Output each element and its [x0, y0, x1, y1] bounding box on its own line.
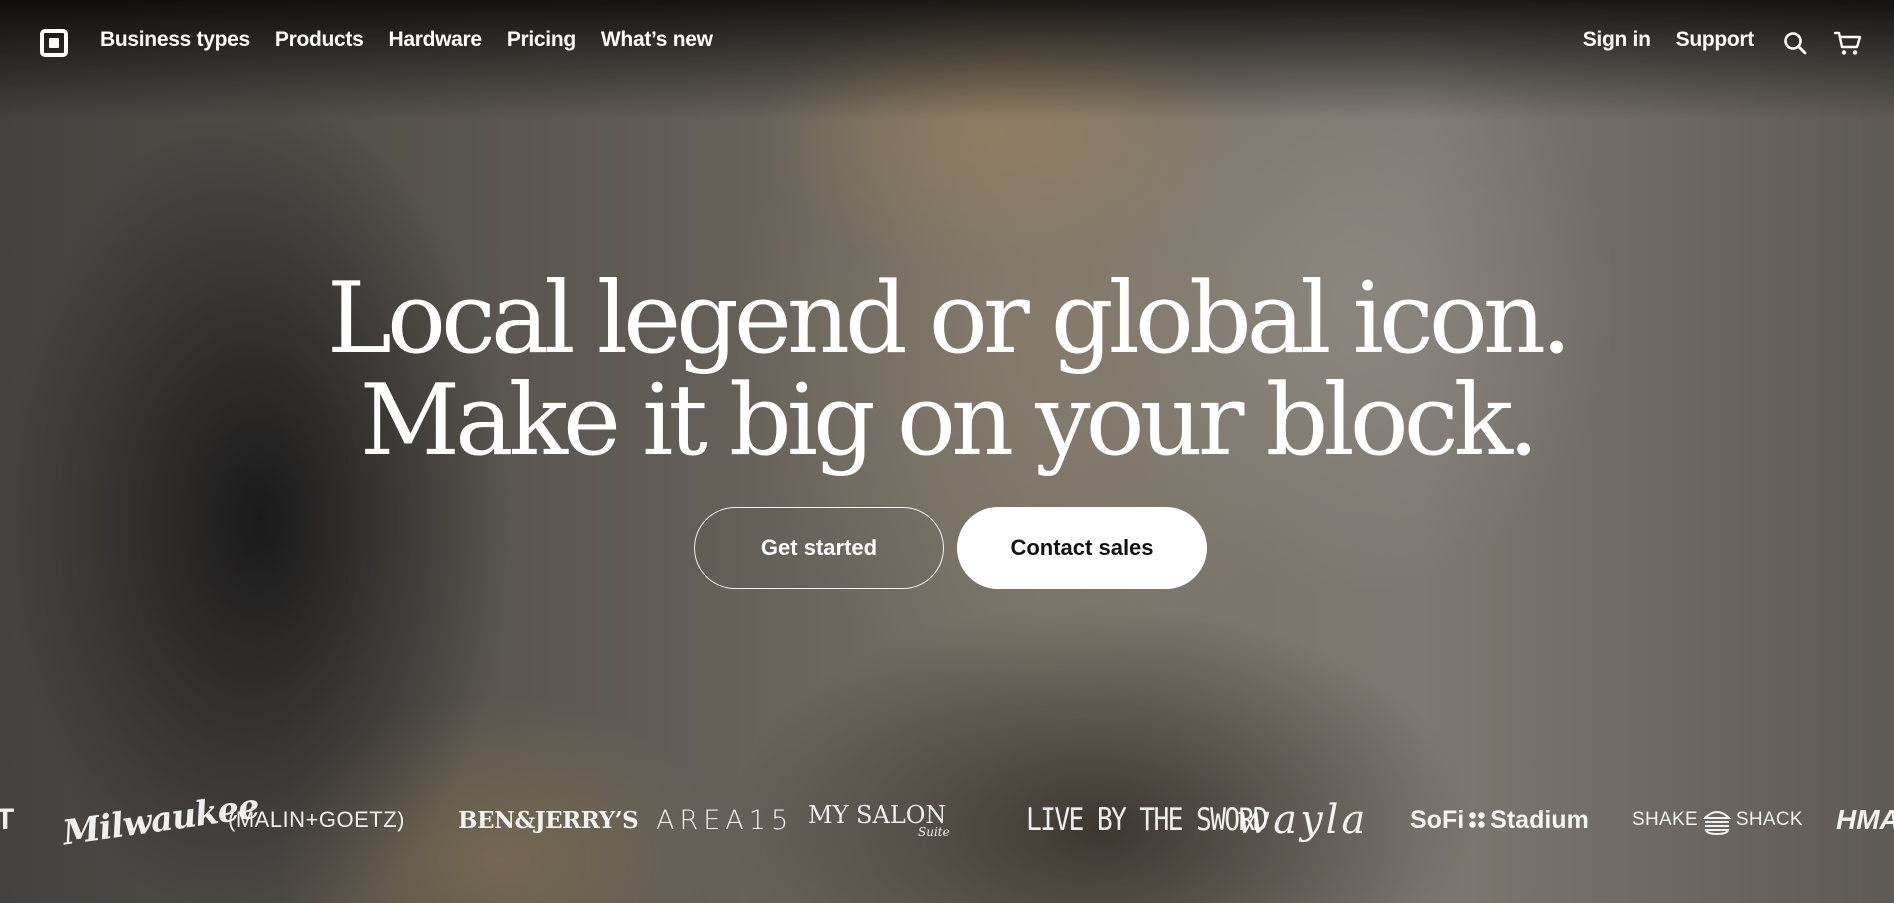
sign-in-link[interactable]: Sign in	[1583, 28, 1651, 52]
malin-goetz-logo: (MALIN+GOETZ)	[228, 807, 406, 832]
customer-logos-strip: T Milwaukee (MALIN+GOETZ) BEN&JERRY’S AR…	[0, 780, 1894, 860]
nav-business-types[interactable]: Business types	[100, 28, 250, 52]
account-nav-links: Sign in Support	[1583, 28, 1755, 52]
area15-logo: AREA15	[656, 804, 794, 836]
stadium-text: Stadium	[1490, 805, 1589, 834]
get-started-button[interactable]: Get started	[694, 507, 944, 589]
ben-jerrys-logo: BEN&JERRY’S	[458, 806, 639, 834]
nav-pricing[interactable]: Pricing	[507, 28, 576, 52]
top-navigation: Business types Products Hardware Pricing…	[0, 0, 1894, 84]
sofi-text: SoFi	[1410, 805, 1465, 834]
cta-buttons: Get started Contact sales	[694, 507, 1207, 589]
shake-shack-logo: SHAKE SHACK	[1632, 780, 1803, 860]
sofi-stadium-logo: SoFi Stadium	[1410, 780, 1589, 860]
burger-icon	[1702, 805, 1732, 836]
partial-logo-left: T	[0, 803, 15, 836]
shack-text: SHACK	[1735, 809, 1803, 830]
square-logo-icon[interactable]	[40, 29, 68, 57]
partial-logo-right: HMA	[1836, 804, 1894, 835]
live-by-the-sword-logo: LIVE BY THE SWORD	[1026, 802, 1268, 838]
nav-whats-new[interactable]: What’s new	[601, 28, 713, 52]
headline-line-2: Make it big on your block.	[359, 364, 1539, 478]
nav-products[interactable]: Products	[275, 28, 364, 52]
sofi-mark-icon	[1468, 811, 1487, 829]
primary-nav-links: Business types Products Hardware Pricing…	[100, 28, 713, 52]
my-salon-logo: MY SALON Suite	[808, 780, 950, 860]
cart-icon[interactable]	[1833, 30, 1862, 56]
wayla-logo: wayla	[1236, 797, 1369, 843]
hero-headline: Local legend or global icon. Make it big…	[0, 268, 1894, 472]
headline-line-1: Local legend or global icon.	[326, 262, 1572, 376]
search-icon[interactable]	[1782, 30, 1808, 56]
shake-text: SHAKE	[1632, 809, 1698, 830]
support-link[interactable]: Support	[1676, 28, 1755, 52]
hero-section: Business types Products Hardware Pricing…	[0, 0, 1894, 903]
my-salon-suite-text: Suite	[918, 825, 950, 839]
contact-sales-button[interactable]: Contact sales	[957, 507, 1207, 589]
nav-hardware[interactable]: Hardware	[389, 28, 483, 52]
